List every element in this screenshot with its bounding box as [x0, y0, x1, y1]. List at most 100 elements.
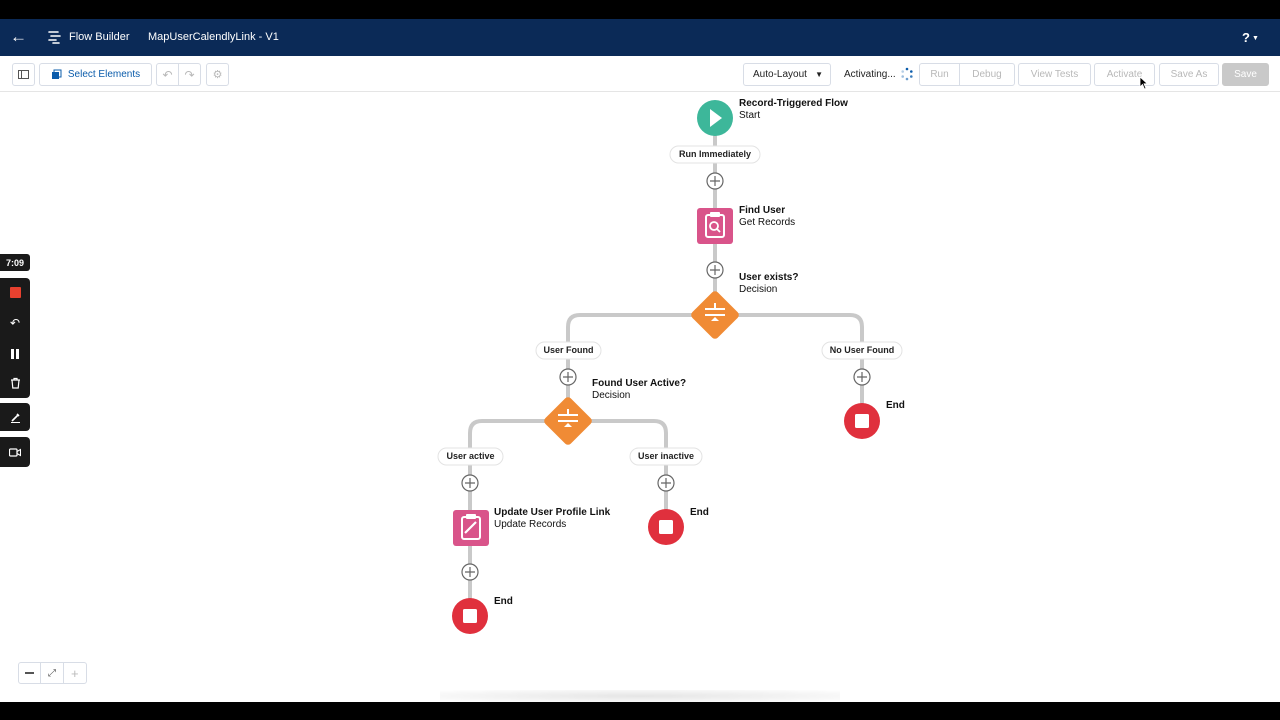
draw-tool-button[interactable]	[0, 403, 30, 431]
chevron-down-icon: ▼	[1251, 35, 1259, 43]
toggle-panel-button[interactable]	[12, 63, 35, 86]
layout-dropdown-value: Auto-Layout	[753, 69, 807, 80]
connector-line	[586, 419, 668, 514]
bottom-letterbox	[0, 702, 1280, 720]
update-profile-subtitle: Update Records	[494, 519, 567, 530]
add-element-button[interactable]	[706, 172, 724, 190]
camera-icon	[9, 447, 21, 457]
update-profile-title: Update User Profile Link	[494, 507, 611, 518]
end-label: End	[690, 507, 709, 518]
select-elements-button[interactable]: Select Elements	[39, 63, 152, 86]
select-elements-icon	[51, 69, 62, 79]
user-inactive-label: User inactive	[637, 451, 695, 461]
help-menu-button[interactable]: ? ▼	[1242, 30, 1259, 45]
save-as-label: Save As	[1170, 69, 1208, 80]
zoom-in-button[interactable]: +	[64, 663, 86, 683]
recording-time: 7:09	[5, 257, 24, 268]
plus-icon: +	[71, 665, 79, 681]
flow-name: MapUserCalendlyLink - V1	[148, 31, 279, 43]
pen-icon	[10, 412, 20, 423]
run-immediately-label: Run Immediately	[678, 149, 752, 159]
stop-icon	[855, 414, 869, 428]
stop-recording-button[interactable]	[9, 287, 21, 299]
mouse-cursor-icon	[1139, 76, 1149, 90]
end-node-updated[interactable]	[452, 598, 488, 634]
fit-view-icon: ⤢	[48, 667, 57, 679]
undo-button[interactable]: ↶	[156, 63, 179, 86]
end-node-inactive[interactable]	[648, 509, 684, 545]
spinner-icon	[901, 67, 913, 81]
find-user-subtitle: Get Records	[739, 217, 796, 228]
run-button[interactable]: Run	[919, 63, 960, 86]
activate-label: Activate	[1106, 69, 1143, 80]
debug-button[interactable]: Debug	[959, 63, 1015, 86]
caret-down-icon: ▼	[815, 70, 823, 79]
stop-icon	[659, 520, 673, 534]
zoom-out-button[interactable]	[19, 663, 42, 683]
undo-icon: ↶	[162, 67, 173, 82]
redo-button[interactable]: ↷	[178, 63, 201, 86]
end-label: End	[494, 596, 513, 607]
stop-icon	[463, 609, 477, 623]
start-node[interactable]	[697, 100, 733, 136]
add-element-button[interactable]	[461, 563, 479, 581]
app-header: ← Flow Builder MapUserCalendlyLink - V1 …	[0, 19, 1280, 56]
settings-button[interactable]: ⚙	[206, 63, 229, 86]
save-label: Save	[1234, 69, 1257, 80]
flow-toolbar: Select Elements ↶ ↷ ⚙ Auto-Layout ▼ Acti…	[0, 56, 1280, 92]
user-exists-title: User exists?	[739, 272, 799, 283]
app-name: Flow Builder	[69, 31, 130, 43]
find-user-node[interactable]	[697, 208, 733, 244]
undo-recording-icon[interactable]: ↶	[10, 316, 20, 330]
gear-icon: ⚙	[212, 69, 223, 81]
debug-label: Debug	[972, 69, 1002, 80]
find-user-label: Find User Get Records	[739, 205, 795, 229]
add-element-button[interactable]	[706, 261, 724, 279]
end-label: End	[886, 400, 905, 411]
find-user-title: Find User	[739, 205, 786, 216]
user-found-label: User Found	[543, 345, 594, 355]
camera-toggle-button[interactable]	[0, 437, 30, 467]
run-label: Run	[930, 69, 949, 80]
back-arrow-icon[interactable]: ←	[10, 28, 28, 46]
found-user-active-subtitle: Decision	[592, 390, 631, 401]
flow-canvas[interactable]: Record-Triggered Flow Start Run Immediat…	[0, 92, 1280, 702]
fit-view-button[interactable]: ⤢	[41, 663, 64, 683]
found-user-active-label: Found User Active? Decision	[592, 378, 686, 402]
user-exists-label: User exists? Decision	[739, 272, 798, 296]
start-node-label: Record-Triggered Flow Start	[739, 98, 848, 122]
minus-icon	[25, 672, 35, 674]
add-element-button[interactable]	[853, 368, 871, 386]
save-as-button[interactable]: Save As	[1159, 63, 1219, 86]
flow-builder-icon	[48, 31, 61, 44]
trash-icon[interactable]	[10, 377, 21, 389]
found-user-active-decision-node[interactable]	[543, 396, 594, 447]
canvas-bottom-shadow	[440, 690, 840, 702]
no-user-found-label: No User Found	[829, 345, 895, 355]
activating-status: Activating...	[844, 69, 896, 80]
save-button[interactable]: Save	[1222, 63, 1269, 86]
view-tests-label: View Tests	[1030, 69, 1079, 80]
start-node-subtitle: Start	[739, 110, 761, 121]
layout-dropdown[interactable]: Auto-Layout ▼	[743, 63, 831, 86]
update-user-profile-link-node[interactable]	[453, 510, 489, 546]
found-user-active-title: Found User Active?	[592, 378, 687, 389]
view-tests-button[interactable]: View Tests	[1018, 63, 1091, 86]
add-element-button[interactable]	[559, 368, 577, 386]
user-exists-subtitle: Decision	[739, 284, 778, 295]
add-element-button[interactable]	[461, 474, 479, 492]
panel-icon	[18, 70, 29, 79]
redo-icon: ↷	[184, 67, 195, 82]
start-node-title: Record-Triggered Flow	[739, 98, 848, 109]
user-active-label: User active	[446, 451, 495, 461]
user-exists-decision-node[interactable]	[690, 290, 741, 341]
pause-icon[interactable]	[11, 348, 19, 359]
flow-builder-app: ← Flow Builder MapUserCalendlyLink - V1 …	[0, 0, 1280, 720]
connector-line	[468, 419, 550, 514]
add-element-button[interactable]	[657, 474, 675, 492]
end-node-no-user[interactable]	[844, 403, 880, 439]
help-icon: ?	[1242, 30, 1250, 45]
select-elements-label: Select Elements	[67, 69, 141, 80]
recorder-controls: ↶	[0, 278, 30, 398]
recording-timer: 7:09	[0, 254, 30, 271]
